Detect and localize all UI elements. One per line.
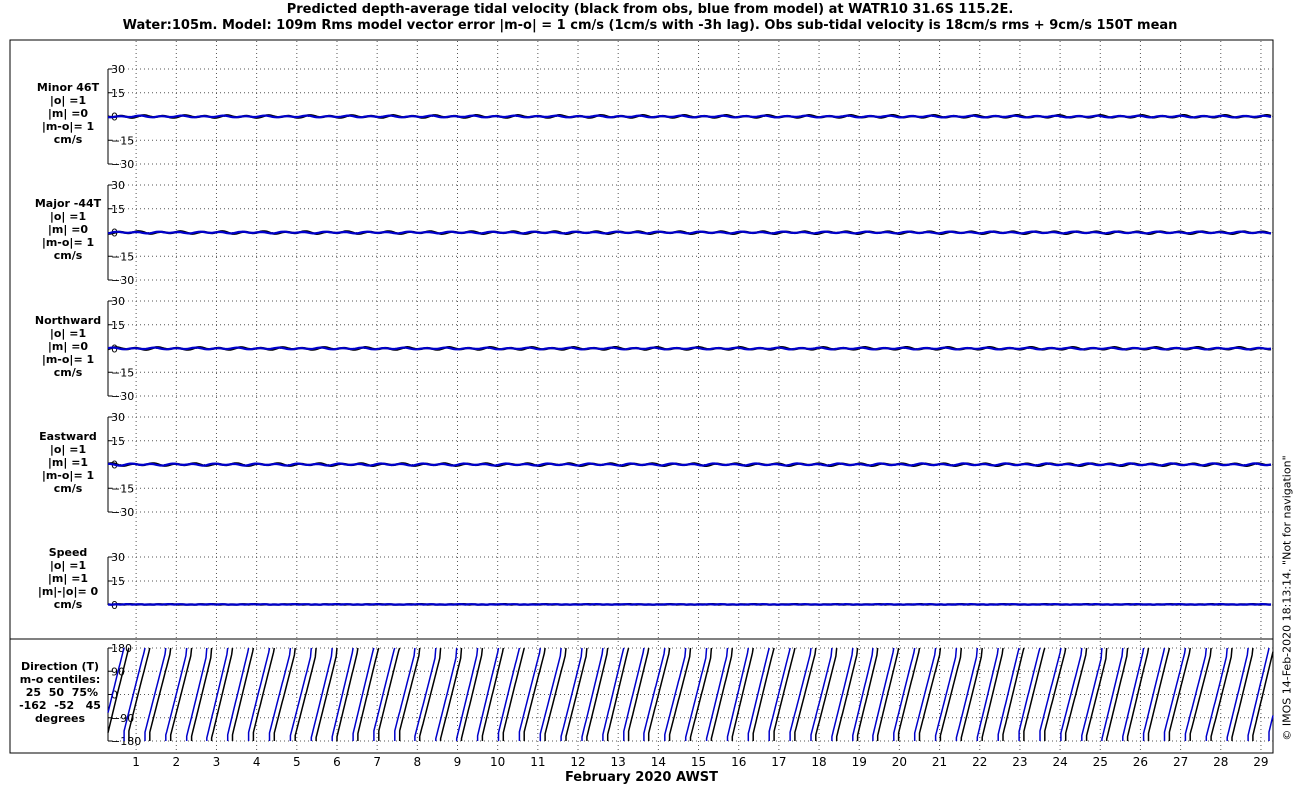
x-axis-label: February 2020 AWST	[564, 770, 719, 785]
y-tick-label: 30	[111, 63, 125, 76]
x-tick-label: 13	[611, 755, 626, 769]
x-tick-label: 11	[530, 755, 545, 769]
x-tick-label: 6	[333, 755, 341, 769]
panel-eastward: 30150−15−30	[107, 411, 1273, 519]
x-tick-label: 29	[1253, 755, 1268, 769]
x-tick-label: 18	[811, 755, 826, 769]
copyright-notice: © IMOS 14-Feb-2020 18:13:14. "Not for na…	[1280, 455, 1294, 741]
x-tick-label: 7	[373, 755, 381, 769]
series-line-model	[107, 346, 1272, 351]
x-tick-label: 4	[253, 755, 261, 769]
panel-direction: 180900−90−180	[107, 642, 1274, 748]
x-tick-label: 21	[932, 755, 947, 769]
x-tick-label: 5	[293, 755, 301, 769]
x-tick-label: 9	[454, 755, 462, 769]
upper-frame	[9, 39, 1274, 640]
series-line-model	[107, 647, 1274, 741]
x-tick-label: 1	[132, 755, 140, 769]
x-tick-label: 16	[731, 755, 746, 769]
x-tick-label: 2	[172, 755, 180, 769]
x-tick-label: 27	[1173, 755, 1188, 769]
series-line-obs	[107, 647, 1274, 741]
x-tick-label: 24	[1052, 755, 1067, 769]
panel-speed: 30150	[107, 551, 1273, 612]
x-tick-label: 23	[1012, 755, 1027, 769]
y-tick-label: −30	[111, 506, 134, 519]
x-tick-label: 8	[414, 755, 422, 769]
x-tick-label: 14	[651, 755, 666, 769]
panel-label-minor: Minor 46T |o| =1 |m| =0 |m-o|= 1 cm/s	[36, 81, 100, 146]
x-tick-label: 25	[1093, 755, 1108, 769]
panel-minor: 30150−15−30	[107, 63, 1273, 171]
series-line-model	[107, 602, 1272, 606]
x-tick-label: 10	[490, 755, 505, 769]
y-tick-label: 30	[111, 179, 125, 192]
y-tick-label: −30	[111, 390, 134, 403]
panel-label-direction: Direction (T) m-o centiles: 25 50 75% -1…	[19, 660, 101, 725]
x-tick-label: 28	[1213, 755, 1228, 769]
x-tick-label: 12	[570, 755, 585, 769]
y-tick-label: −180	[111, 735, 141, 748]
x-tick-label: 19	[852, 755, 867, 769]
panel-label-northward: Northward |o| =1 |m| =0 |m-o|= 1 cm/s	[34, 314, 102, 379]
figure-canvas: 1 2 3 4 5 6 7 8 9 10 11 12 13 14 15 16 17 18 19 20 21 22 23 24 2…	[9, 39, 1274, 769]
y-tick-label: 30	[111, 295, 125, 308]
panel-label-speed: Speed |o| =1 |m| =1 |m|-|o|= 0 cm/s	[37, 546, 99, 611]
panel-label-major: Major -44T |o| =1 |m| =0 |m-o|= 1 cm/s	[34, 197, 102, 262]
y-tick-label: 30	[111, 411, 125, 424]
x-tick-label: 3	[213, 755, 221, 769]
x-tick-label: 22	[972, 755, 987, 769]
x-tick-label: 20	[892, 755, 907, 769]
x-tick-label: 17	[771, 755, 786, 769]
x-tick-label: 15	[691, 755, 706, 769]
y-tick-label: −30	[111, 158, 134, 171]
y-tick-label: −30	[111, 274, 134, 287]
panel-major: 30150−15−30	[107, 179, 1273, 287]
x-tick-label: 26	[1133, 755, 1148, 769]
panel-label-eastward: Eastward |o| =1 |m| =1 |m-o|= 1 cm/s	[39, 430, 97, 495]
panel-northward: 30150−15−30	[107, 295, 1273, 403]
